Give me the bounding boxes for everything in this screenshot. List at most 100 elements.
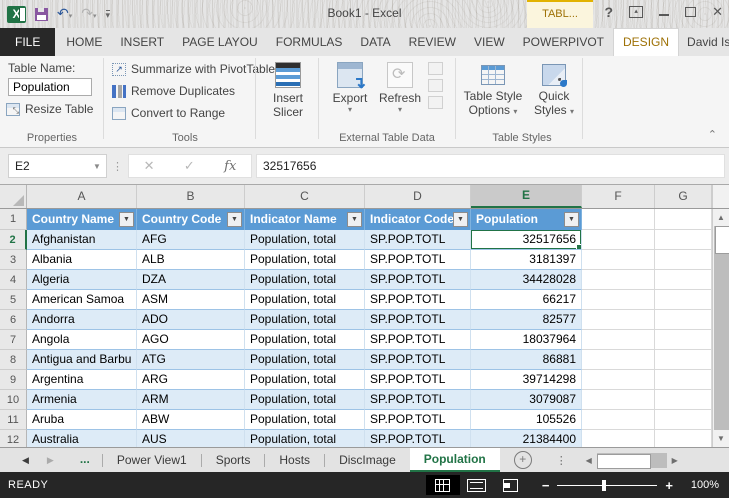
horizontal-scroll-track[interactable] — [596, 452, 667, 469]
zoom-in-icon[interactable]: + — [665, 478, 673, 493]
cell-indicator-code[interactable]: SP.POP.TOTL — [365, 290, 471, 310]
table-tools-contextual-tab[interactable]: TABL... — [527, 0, 593, 28]
cell-country-name[interactable]: Armenia — [27, 390, 137, 410]
row-header-5[interactable]: 5 — [0, 290, 27, 310]
empty-cell[interactable] — [655, 410, 712, 430]
cell-country-name[interactable]: American Samoa — [27, 290, 137, 310]
empty-cell[interactable] — [655, 209, 712, 230]
cell-population[interactable]: 32517656 — [471, 230, 582, 250]
cell-country-name[interactable]: Aruba — [27, 410, 137, 430]
row-header-1[interactable]: 1 — [0, 209, 27, 230]
ribbon-tab-home[interactable]: HOME — [57, 28, 111, 56]
empty-cell[interactable] — [582, 209, 655, 230]
normal-view-button[interactable] — [425, 475, 460, 495]
cell-population[interactable]: 66217 — [471, 290, 582, 310]
cell-population[interactable]: 3181397 — [471, 250, 582, 270]
empty-cell[interactable] — [582, 410, 655, 430]
resize-table-button[interactable]: ⤡ Resize Table — [6, 102, 93, 116]
sheet-tab-population[interactable]: Population — [409, 448, 500, 472]
cell-indicator-code[interactable]: SP.POP.TOTL — [365, 230, 471, 250]
empty-cell[interactable] — [582, 370, 655, 390]
cancel-entry-icon[interactable]: ✕ — [144, 158, 155, 174]
export-button[interactable]: Export ▾ — [326, 60, 374, 114]
zoom-slider-thumb[interactable] — [602, 479, 607, 491]
new-sheet-icon[interactable]: + — [513, 451, 532, 469]
collapse-ribbon-icon[interactable]: ⌃ — [708, 128, 717, 141]
close-icon[interactable]: ✕ — [712, 4, 723, 20]
cell-population[interactable]: 3079087 — [471, 390, 582, 410]
unlink-icon[interactable] — [428, 96, 443, 109]
convert-to-range-button[interactable]: Convert to Range — [112, 106, 225, 120]
filter-dropdown-icon[interactable]: ▼ — [453, 212, 468, 227]
properties-icon[interactable] — [428, 62, 443, 75]
row-header-3[interactable]: 3 — [0, 250, 27, 270]
cell-country-name[interactable]: Argentina — [27, 370, 137, 390]
empty-cell[interactable] — [582, 330, 655, 350]
empty-cell[interactable] — [655, 270, 712, 290]
scroll-right-icon[interactable]: ▶ — [667, 456, 683, 465]
cell-population[interactable]: 39714298 — [471, 370, 582, 390]
cell-population[interactable]: 34428028 — [471, 270, 582, 290]
cell-population[interactable]: 18037964 — [471, 330, 582, 350]
column-header-d[interactable]: D — [365, 185, 471, 208]
row-header-4[interactable]: 4 — [0, 270, 27, 290]
ribbon-tab-review[interactable]: REVIEW — [400, 28, 465, 56]
cell-country-code[interactable]: AUS — [137, 430, 245, 447]
ribbon-tab-design[interactable]: DESIGN — [613, 28, 680, 56]
cell-country-code[interactable]: ADO — [137, 310, 245, 330]
minimize-icon[interactable] — [659, 14, 670, 18]
column-header-c[interactable]: C — [245, 185, 365, 208]
scroll-left-icon[interactable]: ◀ — [581, 456, 597, 465]
previous-sheet-icon[interactable]: ◀ — [22, 455, 29, 466]
cell-country-code[interactable]: AFG — [137, 230, 245, 250]
empty-cell[interactable] — [655, 290, 712, 310]
empty-cell[interactable] — [582, 290, 655, 310]
empty-cell[interactable] — [655, 310, 712, 330]
cell-country-name[interactable]: Albania — [27, 250, 137, 270]
cell-country-name[interactable]: Algeria — [27, 270, 137, 290]
column-header-g[interactable]: G — [655, 185, 712, 208]
cell-indicator-name[interactable]: Population, total — [245, 270, 365, 290]
cell-indicator-code[interactable]: SP.POP.TOTL — [365, 430, 471, 447]
sheet-tab-discimage[interactable]: DiscImage — [325, 448, 410, 472]
table-header-cell-country-code[interactable]: Country Code ▼ — [137, 209, 245, 230]
table-header-cell-population[interactable]: Population ▼ — [471, 209, 582, 230]
page-break-view-button[interactable] — [494, 475, 528, 495]
empty-cell[interactable] — [655, 330, 712, 350]
column-header-a[interactable]: A — [27, 185, 137, 208]
cell-population[interactable]: 86881 — [471, 350, 582, 370]
scroll-down-icon[interactable]: ▼ — [713, 430, 729, 447]
cell-country-code[interactable]: ALB — [137, 250, 245, 270]
cell-country-code[interactable]: ARG — [137, 370, 245, 390]
sheet-tab-power-view1[interactable]: Power View1 — [103, 448, 201, 472]
row-header-10[interactable]: 10 — [0, 390, 27, 410]
empty-cell[interactable] — [655, 370, 712, 390]
ribbon-tab-insert[interactable]: INSERT — [111, 28, 173, 56]
row-header-12[interactable]: 12 — [0, 430, 27, 447]
maximize-icon[interactable] — [685, 7, 697, 17]
empty-cell[interactable] — [655, 430, 712, 447]
column-header-b[interactable]: B — [137, 185, 245, 208]
cell-country-code[interactable]: ARM — [137, 390, 245, 410]
row-header-7[interactable]: 7 — [0, 330, 27, 350]
filter-dropdown-icon[interactable]: ▼ — [564, 212, 579, 227]
zoom-out-icon[interactable]: − — [542, 478, 550, 493]
ribbon-tab-powerpivot[interactable]: POWERPIVOT — [514, 28, 613, 56]
cell-indicator-code[interactable]: SP.POP.TOTL — [365, 410, 471, 430]
cell-population[interactable]: 105526 — [471, 410, 582, 430]
empty-cell[interactable] — [655, 390, 712, 410]
cell-country-code[interactable]: ABW — [137, 410, 245, 430]
empty-cell[interactable] — [582, 390, 655, 410]
cell-indicator-name[interactable]: Population, total — [245, 370, 365, 390]
column-header-e[interactable]: E — [471, 185, 582, 208]
cell-country-name[interactable]: Antigua and Barbu — [27, 350, 137, 370]
vertical-scroll-track[interactable] — [714, 226, 729, 430]
cell-country-name[interactable]: Andorra — [27, 310, 137, 330]
empty-cell[interactable] — [582, 430, 655, 447]
vertical-scroll-thumb[interactable] — [715, 226, 729, 254]
zoom-level[interactable]: 100% — [683, 479, 719, 491]
cell-indicator-name[interactable]: Population, total — [245, 250, 365, 270]
table-style-options-button[interactable]: Table Style Options ▾ — [462, 60, 524, 117]
cell-country-name[interactable]: Australia — [27, 430, 137, 447]
cell-indicator-name[interactable]: Population, total — [245, 390, 365, 410]
